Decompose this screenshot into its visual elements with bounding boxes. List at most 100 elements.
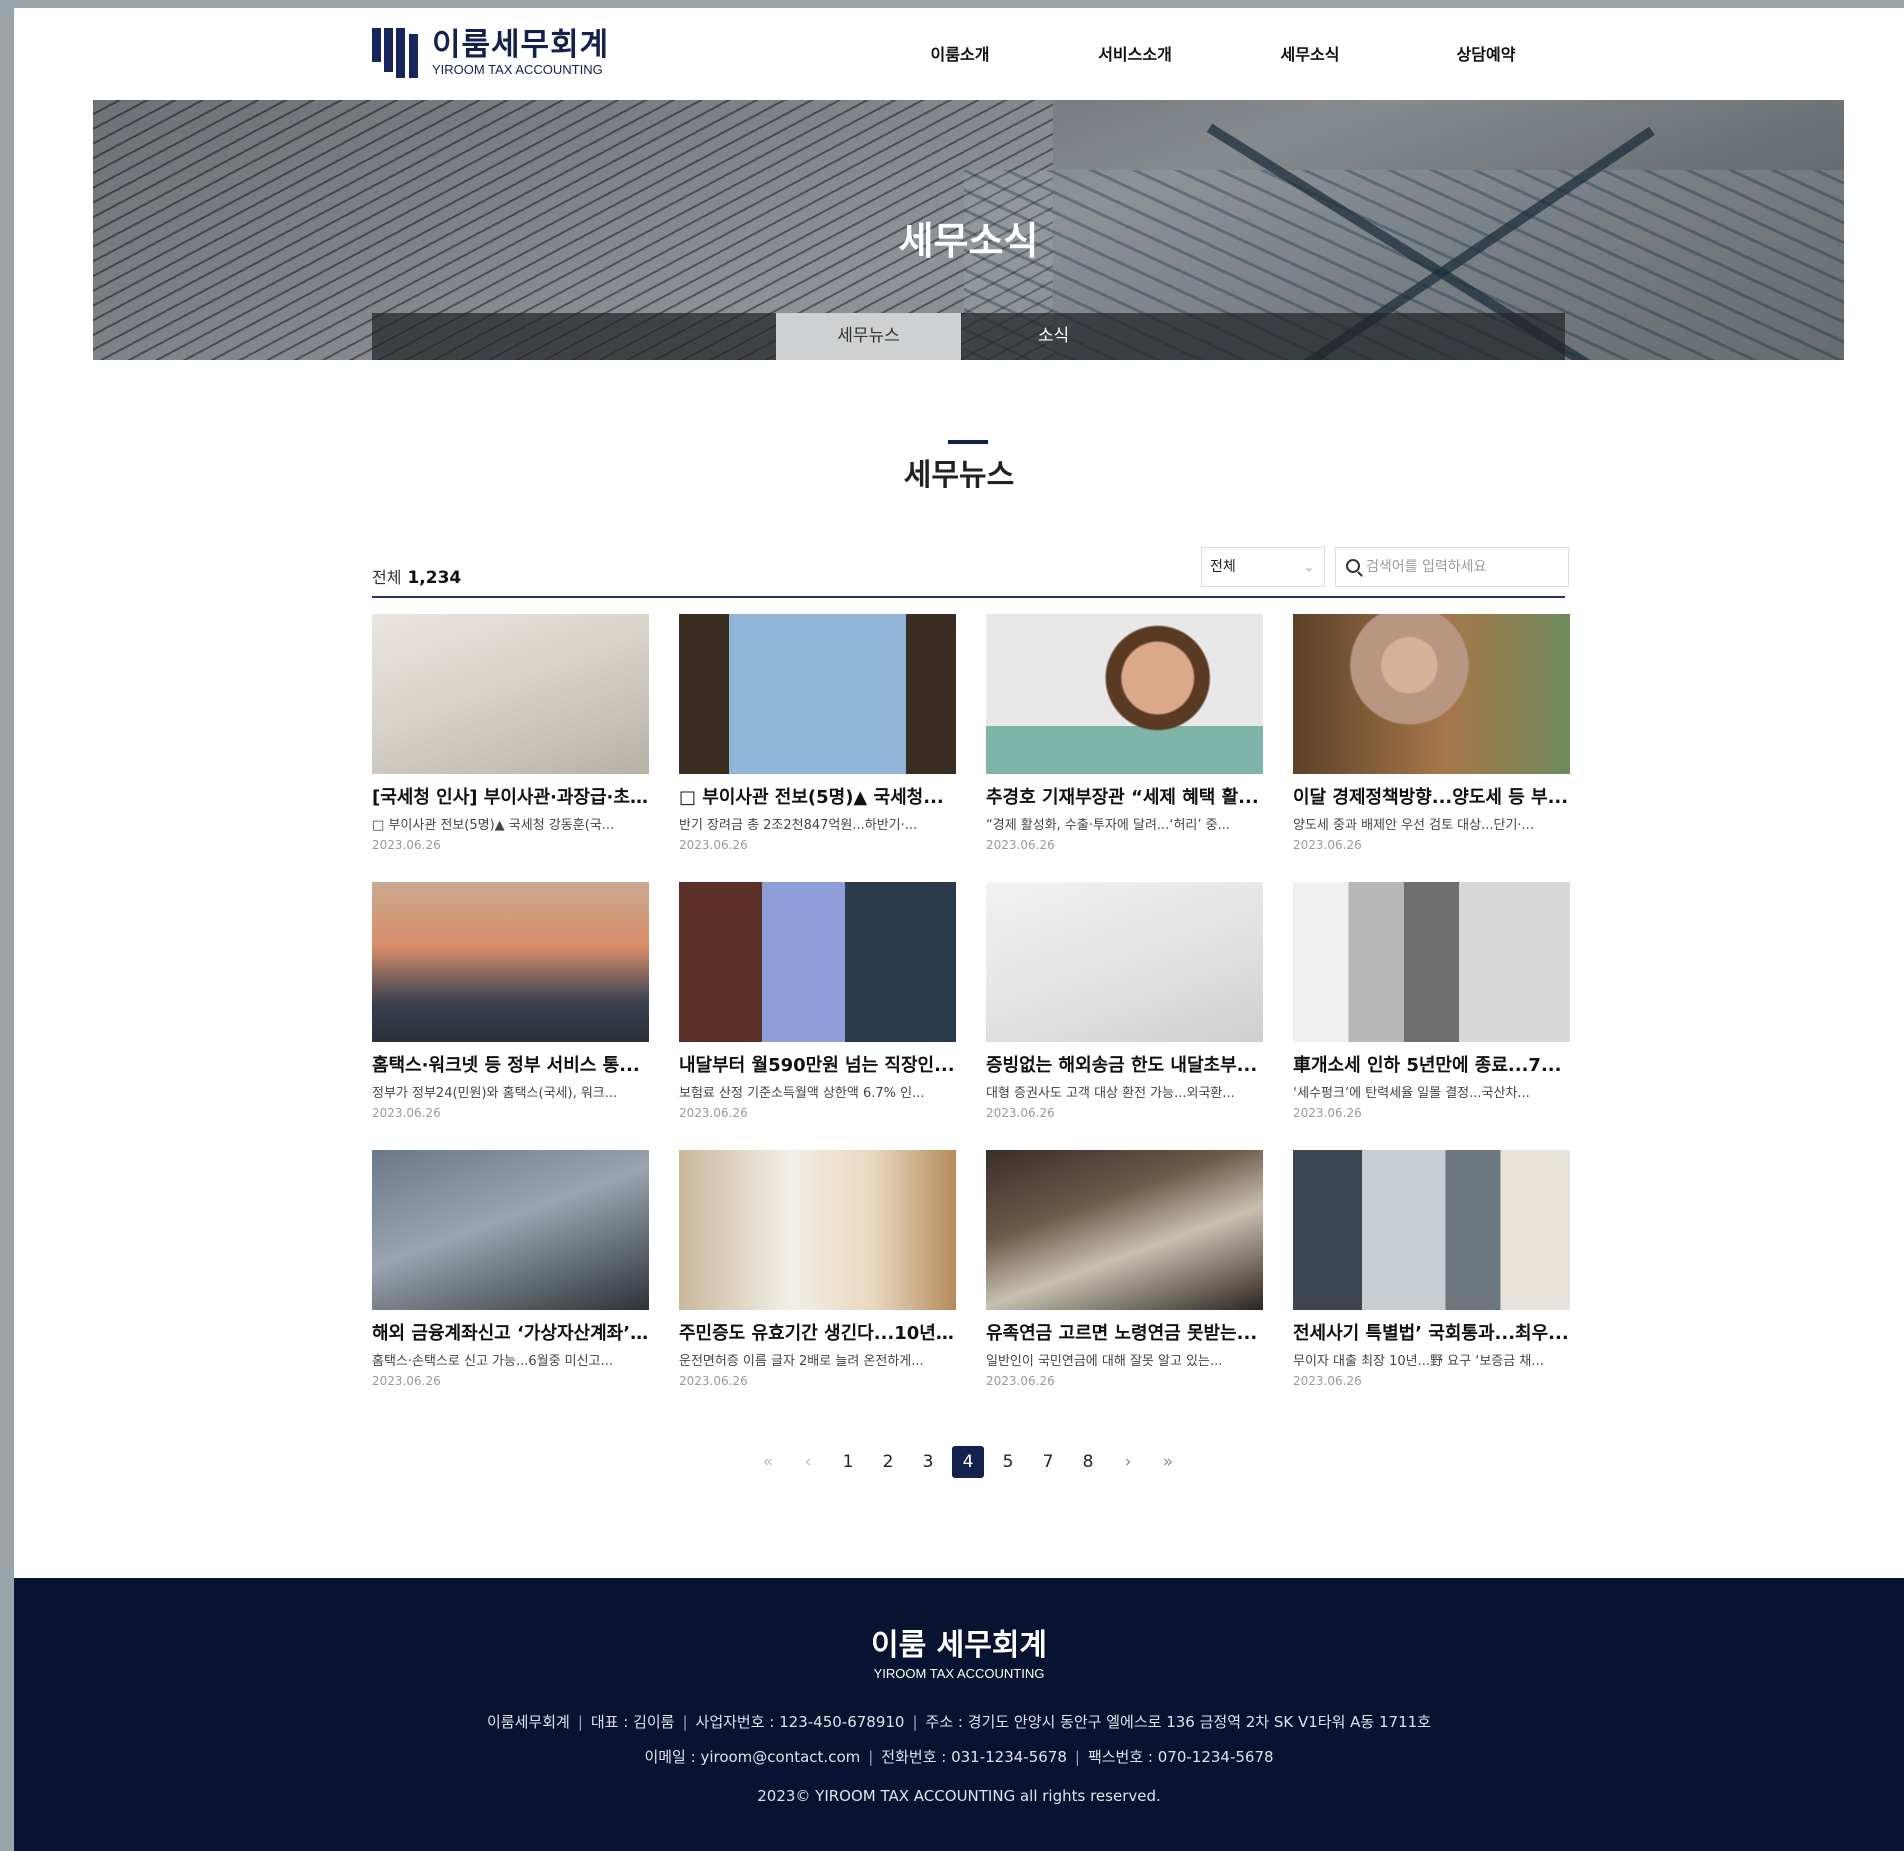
hero-tab-bar: 세무뉴스 소식 xyxy=(372,313,1565,360)
footer-company-info: 이룸세무회계 | 대표 : 김이룸 | 사업자번호 : 123-450-678910 | 주… xyxy=(487,1713,1431,1731)
footer-company: 이룸세무회계 xyxy=(487,1713,570,1731)
first-page-button[interactable]: « xyxy=(752,1446,784,1478)
article-summary: 무이자 대출 최장 10년...野 요구 ‘보증금 채... xyxy=(1293,1354,1544,1369)
article-card[interactable]: 해외 금융계좌신고 ‘가상자산계좌’... 홈택스·손택스로 신고 가능...6월… xyxy=(372,1150,649,1390)
article-thumbnail[interactable] xyxy=(372,614,649,774)
article-summary: 홈택스·손택스로 신고 가능...6월중 미신고... xyxy=(372,1354,613,1369)
article-card[interactable]: [국세청 인사] 부이사관·과장급·초... □ 부이사관 전보(5명)▲ 국세청… xyxy=(372,614,649,854)
article-title[interactable]: 내달부터 월590만원 넘는 직장인... xyxy=(679,1051,956,1077)
article-title[interactable]: 홈택스·워크넷 등 정부 서비스 통... xyxy=(372,1051,649,1077)
logo-name-ko: 이룸세무회계 xyxy=(432,27,610,63)
article-date: 2023.06.26 xyxy=(679,1106,748,1120)
page-number-button[interactable]: 1 xyxy=(832,1446,864,1478)
page-number-button-current[interactable]: 4 xyxy=(952,1446,984,1478)
article-summary: 보험료 산정 기준소득월액 상한액 6.7% 인... xyxy=(679,1086,925,1101)
nav-item-about[interactable]: 이룸소개 xyxy=(931,41,990,65)
total-count: 전체 1,234 xyxy=(372,564,461,588)
tab-news[interactable]: 소식 xyxy=(961,313,1146,360)
page-number-button[interactable]: 7 xyxy=(1032,1446,1064,1478)
article-card[interactable]: 유족연금 고르면 노령연금 못받는... 일반인이 국민연금에 대해 잘못 알고 … xyxy=(986,1150,1263,1390)
category-filter-select[interactable]: 전체 ⌄ xyxy=(1201,547,1325,587)
tab-tax-news[interactable]: 세무뉴스 xyxy=(776,313,961,360)
article-title[interactable]: 해외 금융계좌신고 ‘가상자산계좌’... xyxy=(372,1319,649,1345)
article-title[interactable]: 유족연금 고르면 노령연금 못받는... xyxy=(986,1319,1263,1345)
total-count-value: 1,234 xyxy=(407,568,462,588)
article-date: 2023.06.26 xyxy=(986,1106,1055,1120)
article-title[interactable]: [국세청 인사] 부이사관·과장급·초... xyxy=(372,783,649,809)
article-summary: 반기 장려금 총 2조2천847억원...하반기·... xyxy=(679,818,918,833)
footer-tel: 전화번호 : 031-1234-5678 xyxy=(881,1748,1067,1766)
article-date: 2023.06.26 xyxy=(1293,1374,1362,1388)
page-number-button[interactable]: 5 xyxy=(992,1446,1024,1478)
article-date: 2023.06.26 xyxy=(986,1374,1055,1388)
article-date: 2023.06.26 xyxy=(986,838,1055,852)
article-title[interactable]: 車개소세 인하 5년만에 종료...7... xyxy=(1293,1051,1570,1077)
search-icon[interactable] xyxy=(1346,559,1360,573)
article-thumbnail[interactable] xyxy=(986,882,1263,1042)
article-thumbnail[interactable] xyxy=(679,882,956,1042)
hero-title: 세무소식 xyxy=(898,219,1039,263)
article-thumbnail[interactable] xyxy=(679,614,956,774)
logo-mark-icon xyxy=(372,28,422,78)
article-summary: 일반인이 국민연금에 대해 잘못 알고 있는... xyxy=(986,1354,1223,1369)
article-summary: ‘세수펑크’에 탄력세율 일몰 결정...국산차... xyxy=(1293,1086,1530,1101)
last-page-button[interactable]: » xyxy=(1152,1446,1184,1478)
article-title[interactable]: 추경호 기재부장관 “세제 혜택 활... xyxy=(986,783,1263,809)
article-card[interactable]: 전세사기 특별법’ 국회통과...최우... 무이자 대출 최장 10년...野 … xyxy=(1293,1150,1570,1390)
article-date: 2023.06.26 xyxy=(679,1374,748,1388)
hero-banner: 세무소식 세무뉴스 소식 xyxy=(93,100,1844,360)
article-card[interactable]: 주민증도 유효기간 생긴다...10년... 운전면허증 이름 글자 2배로 늘려… xyxy=(679,1150,956,1390)
article-date: 2023.06.26 xyxy=(372,838,441,852)
article-title[interactable]: 증빙없는 해외송금 한도 내달초부... xyxy=(986,1051,1263,1077)
article-thumbnail[interactable] xyxy=(1293,614,1570,774)
article-thumbnail[interactable] xyxy=(679,1150,956,1310)
prev-page-button[interactable]: ‹ xyxy=(792,1446,824,1478)
article-card[interactable]: 내달부터 월590만원 넘는 직장인... 보험료 산정 기준소득월액 상한액 6… xyxy=(679,882,956,1122)
nav-item-services[interactable]: 서비스소개 xyxy=(1098,41,1172,65)
article-thumbnail[interactable] xyxy=(1293,1150,1570,1310)
article-card[interactable]: □ 부이사관 전보(5명)▲ 국세청... 반기 장려금 총 2조2천847억원.… xyxy=(679,614,956,854)
article-title[interactable]: 전세사기 특별법’ 국회통과...최우... xyxy=(1293,1319,1570,1345)
article-thumbnail[interactable] xyxy=(372,882,649,1042)
page-number-button[interactable]: 8 xyxy=(1072,1446,1104,1478)
article-thumbnail[interactable] xyxy=(986,614,1263,774)
article-card[interactable]: 홈택스·워크넷 등 정부 서비스 통... 정부가 정부24(민원)와 홈택스(국… xyxy=(372,882,649,1122)
footer-biz-no: 사업자번호 : 123-450-678910 xyxy=(695,1713,905,1731)
nav-item-tax-news[interactable]: 세무소식 xyxy=(1281,41,1340,65)
article-summary: 대형 증권사도 고객 대상 환전 가능...외국환... xyxy=(986,1086,1235,1101)
article-date: 2023.06.26 xyxy=(679,838,748,852)
article-title[interactable]: □ 부이사관 전보(5명)▲ 국세청... xyxy=(679,783,956,809)
next-page-button[interactable]: › xyxy=(1112,1446,1144,1478)
section-title: 세무뉴스 xyxy=(903,458,1015,493)
article-summary: 정부가 정부24(민원)와 홈택스(국세), 워크... xyxy=(372,1086,618,1101)
article-thumbnail[interactable] xyxy=(1293,882,1570,1042)
footer-fax: 팩스번호 : 070-1234-5678 xyxy=(1087,1748,1274,1766)
footer-email: 이메일 : yiroom@contact.com xyxy=(644,1748,861,1766)
article-thumbnail[interactable] xyxy=(372,1150,649,1310)
article-date: 2023.06.26 xyxy=(372,1106,441,1120)
article-thumbnail[interactable] xyxy=(986,1150,1263,1310)
search-input[interactable] xyxy=(1366,548,1564,586)
article-title[interactable]: 이달 경제정책방향...양도세 등 부... xyxy=(1293,783,1570,809)
footer-contact-info: 이메일 : yiroom@contact.com | 전화번호 : 031-1234… xyxy=(644,1748,1274,1766)
page-number-button[interactable]: 2 xyxy=(872,1446,904,1478)
footer-address: 주소 : 경기도 안양시 동안구 엘에스로 136 금정역 2차 SK V1타워… xyxy=(925,1713,1431,1731)
article-card[interactable]: 이달 경제정책방향...양도세 등 부... 양도세 중과 배제안 우선 검토 대… xyxy=(1293,614,1570,854)
article-summary: “경제 활성화, 수출·투자에 달려...‘허리’ 중... xyxy=(986,818,1230,833)
footer-copyright: 2023© YIROOM TAX ACCOUNTING all rights r… xyxy=(757,1787,1161,1805)
article-card[interactable]: 추경호 기재부장관 “세제 혜택 활... “경제 활성화, 수출·투자에 달려.… xyxy=(986,614,1263,854)
section-title-accent xyxy=(948,440,988,444)
logo-name-en: YIROOM TAX ACCOUNTING xyxy=(432,62,603,77)
site-logo[interactable]: 이룸세무회계 YIROOM TAX ACCOUNTING xyxy=(372,28,609,78)
article-summary: □ 부이사관 전보(5명)▲ 국세청 강동훈(국... xyxy=(372,818,615,833)
article-card[interactable]: 車개소세 인하 5년만에 종료...7... ‘세수펑크’에 탄력세율 일몰 결정… xyxy=(1293,882,1570,1122)
list-toolbar: 전체 1,234 전체 ⌄ xyxy=(372,538,1569,598)
article-title[interactable]: 주민증도 유효기간 생긴다...10년... xyxy=(679,1319,956,1345)
site-header: 이룸세무회계 YIROOM TAX ACCOUNTING 이룸소개 서비스소개 … xyxy=(14,8,1904,100)
article-date: 2023.06.26 xyxy=(1293,1106,1362,1120)
nav-item-consultation[interactable]: 상담예약 xyxy=(1457,41,1516,65)
page-number-button[interactable]: 3 xyxy=(912,1446,944,1478)
article-summary: 양도세 중과 배제안 우선 검토 대상...단기·... xyxy=(1293,818,1534,833)
article-card[interactable]: 증빙없는 해외송금 한도 내달초부... 대형 증권사도 고객 대상 환전 가능.… xyxy=(986,882,1263,1122)
chevron-down-icon: ⌄ xyxy=(1303,560,1314,574)
